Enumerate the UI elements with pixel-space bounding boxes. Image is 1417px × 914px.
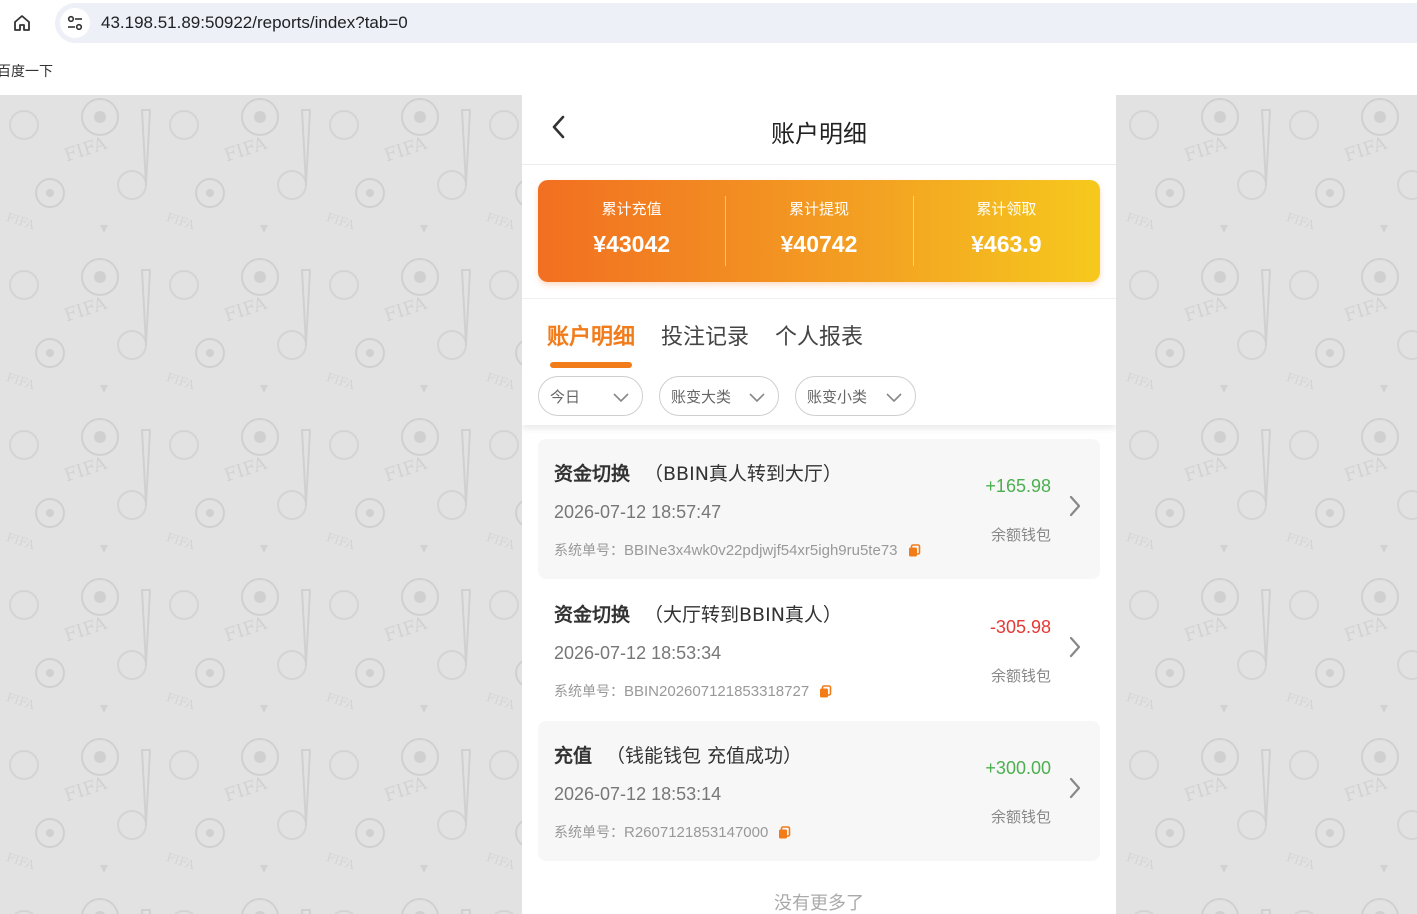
copy-icon[interactable] <box>819 684 832 698</box>
record-time: 2026-07-12 18:53:34 <box>554 643 722 663</box>
tune-icon <box>67 15 83 31</box>
record-order: 系统单号： BBIN202607121853318727 <box>554 681 832 701</box>
bookmark-item[interactable]: 百度一下 <box>0 61 53 81</box>
order-number: R2607121853147000 <box>624 823 769 841</box>
bookmarks-bar: 百度一下 <box>0 50 1417 95</box>
record-order: 系统单号： R2607121853147000 <box>554 822 791 842</box>
record-amount: +300.00 <box>985 758 1051 778</box>
summary-label: 累计提现 <box>788 200 849 218</box>
order-number: BBIN202607121853318727 <box>624 682 810 700</box>
record-title: 资金切换 （BBIN真人转到大厅） <box>554 459 842 486</box>
address-bar[interactable]: 43.198.51.89:50922/reports/index?tab=0 <box>55 3 1417 43</box>
summary-value: ¥43042 <box>593 231 671 257</box>
summary-total-withdraw: 累计提现 ¥40742 <box>725 180 912 282</box>
no-more-text: 没有更多了 <box>774 893 864 914</box>
tab-account-details[interactable]: 账户明细 <box>547 319 635 351</box>
record-time: 2026-07-12 18:57:47 <box>554 502 722 522</box>
nav-bar: 账户明细 <box>522 95 1116 165</box>
summary-value: ¥463.9 <box>971 231 1042 257</box>
filter-bar: 今日 账变大类 账变小类 <box>522 369 1116 425</box>
record-order: 系统单号： BBINe3x4wk0v22pdjwjf54xr5igh9ru5te… <box>554 540 921 560</box>
record-amount: -305.98 <box>989 617 1051 637</box>
url-text: 43.198.51.89:50922/reports/index?tab=0 <box>101 13 408 32</box>
home-button[interactable] <box>8 9 36 37</box>
summary-total-deposit: 累计充值 ¥43042 <box>538 180 725 282</box>
record-list: 资金切换 （BBIN真人转到大厅） 2026-07-12 18:57:47 系统单… <box>538 439 1100 862</box>
order-label: 系统单号： <box>554 684 624 700</box>
chevron-down-icon <box>613 393 629 402</box>
record-time: 2026-07-12 18:53:14 <box>554 784 722 804</box>
tab-bet-records[interactable]: 投注记录 <box>661 319 749 351</box>
filter-value: 账变小类 <box>807 387 868 406</box>
filter-value: 账变大类 <box>671 387 732 406</box>
tab-personal-report[interactable]: 个人报表 <box>775 319 863 351</box>
record-amount: +165.98 <box>985 476 1051 496</box>
record-title: 充值 （钱能钱包 充值成功） <box>554 741 802 768</box>
browser-toolbar: 43.198.51.89:50922/reports/index?tab=0 <box>0 0 1417 50</box>
order-label: 系统单号： <box>554 825 624 841</box>
active-tab-indicator <box>550 362 632 368</box>
record-type: 资金切换 <box>554 463 631 485</box>
summary-label: 累计充值 <box>601 200 662 218</box>
summary-label: 累计领取 <box>976 200 1037 218</box>
record-type: 充值 <box>554 745 593 767</box>
record-wallet: 余额钱包 <box>990 667 1051 685</box>
copy-icon[interactable] <box>778 825 791 839</box>
filter-value: 今日 <box>550 387 581 406</box>
page-title: 账户明细 <box>771 120 867 148</box>
summary-value: ¥40742 <box>780 231 858 257</box>
chevron-down-icon <box>886 393 902 402</box>
order-label: 系统单号： <box>554 543 624 559</box>
record-wallet: 余额钱包 <box>990 526 1051 544</box>
record-title: 资金切换 （大厅转到BBIN真人） <box>554 600 842 627</box>
date-filter-select[interactable]: 今日 <box>538 376 643 416</box>
mobile-app-panel: 账户明细 累计充值 ¥43042 累计提现 ¥40742 累计领取 ¥463.9… <box>522 95 1116 914</box>
home-icon <box>14 15 30 31</box>
record-card[interactable]: 资金切换 （大厅转到BBIN真人） 2026-07-12 18:53:34 系统单… <box>538 580 1100 720</box>
tab-bar: 账户明细 投注记录 个人报表 <box>522 299 1116 369</box>
summary-total-claimed: 累计领取 ¥463.9 <box>912 180 1100 282</box>
record-card[interactable]: 充值 （钱能钱包 充值成功） 2026-07-12 18:53:14 系统单号： … <box>538 721 1100 861</box>
record-type: 资金切换 <box>554 604 631 626</box>
category-filter-select[interactable]: 账变大类 <box>659 376 779 416</box>
summary-card: 累计充值 ¥43042 累计提现 ¥40742 累计领取 ¥463.9 <box>538 180 1100 282</box>
site-info-button[interactable] <box>60 8 90 38</box>
order-number: BBINe3x4wk0v22pdjwjf54xr5igh9ru5te73 <box>624 541 898 559</box>
chevron-right-icon <box>1069 777 1081 799</box>
record-wallet: 余额钱包 <box>990 808 1051 826</box>
record-card[interactable]: 资金切换 （BBIN真人转到大厅） 2026-07-12 18:57:47 系统单… <box>538 439 1100 579</box>
copy-icon[interactable] <box>908 543 921 557</box>
chevron-right-icon <box>1069 636 1081 658</box>
record-detail: （钱能钱包 充值成功） <box>606 745 803 767</box>
record-detail: （大厅转到BBIN真人） <box>644 604 842 626</box>
chevron-right-icon <box>1069 495 1081 517</box>
record-detail: （BBIN真人转到大厅） <box>644 463 842 485</box>
subcategory-filter-select[interactable]: 账变小类 <box>795 376 916 416</box>
chevron-down-icon <box>749 393 765 402</box>
